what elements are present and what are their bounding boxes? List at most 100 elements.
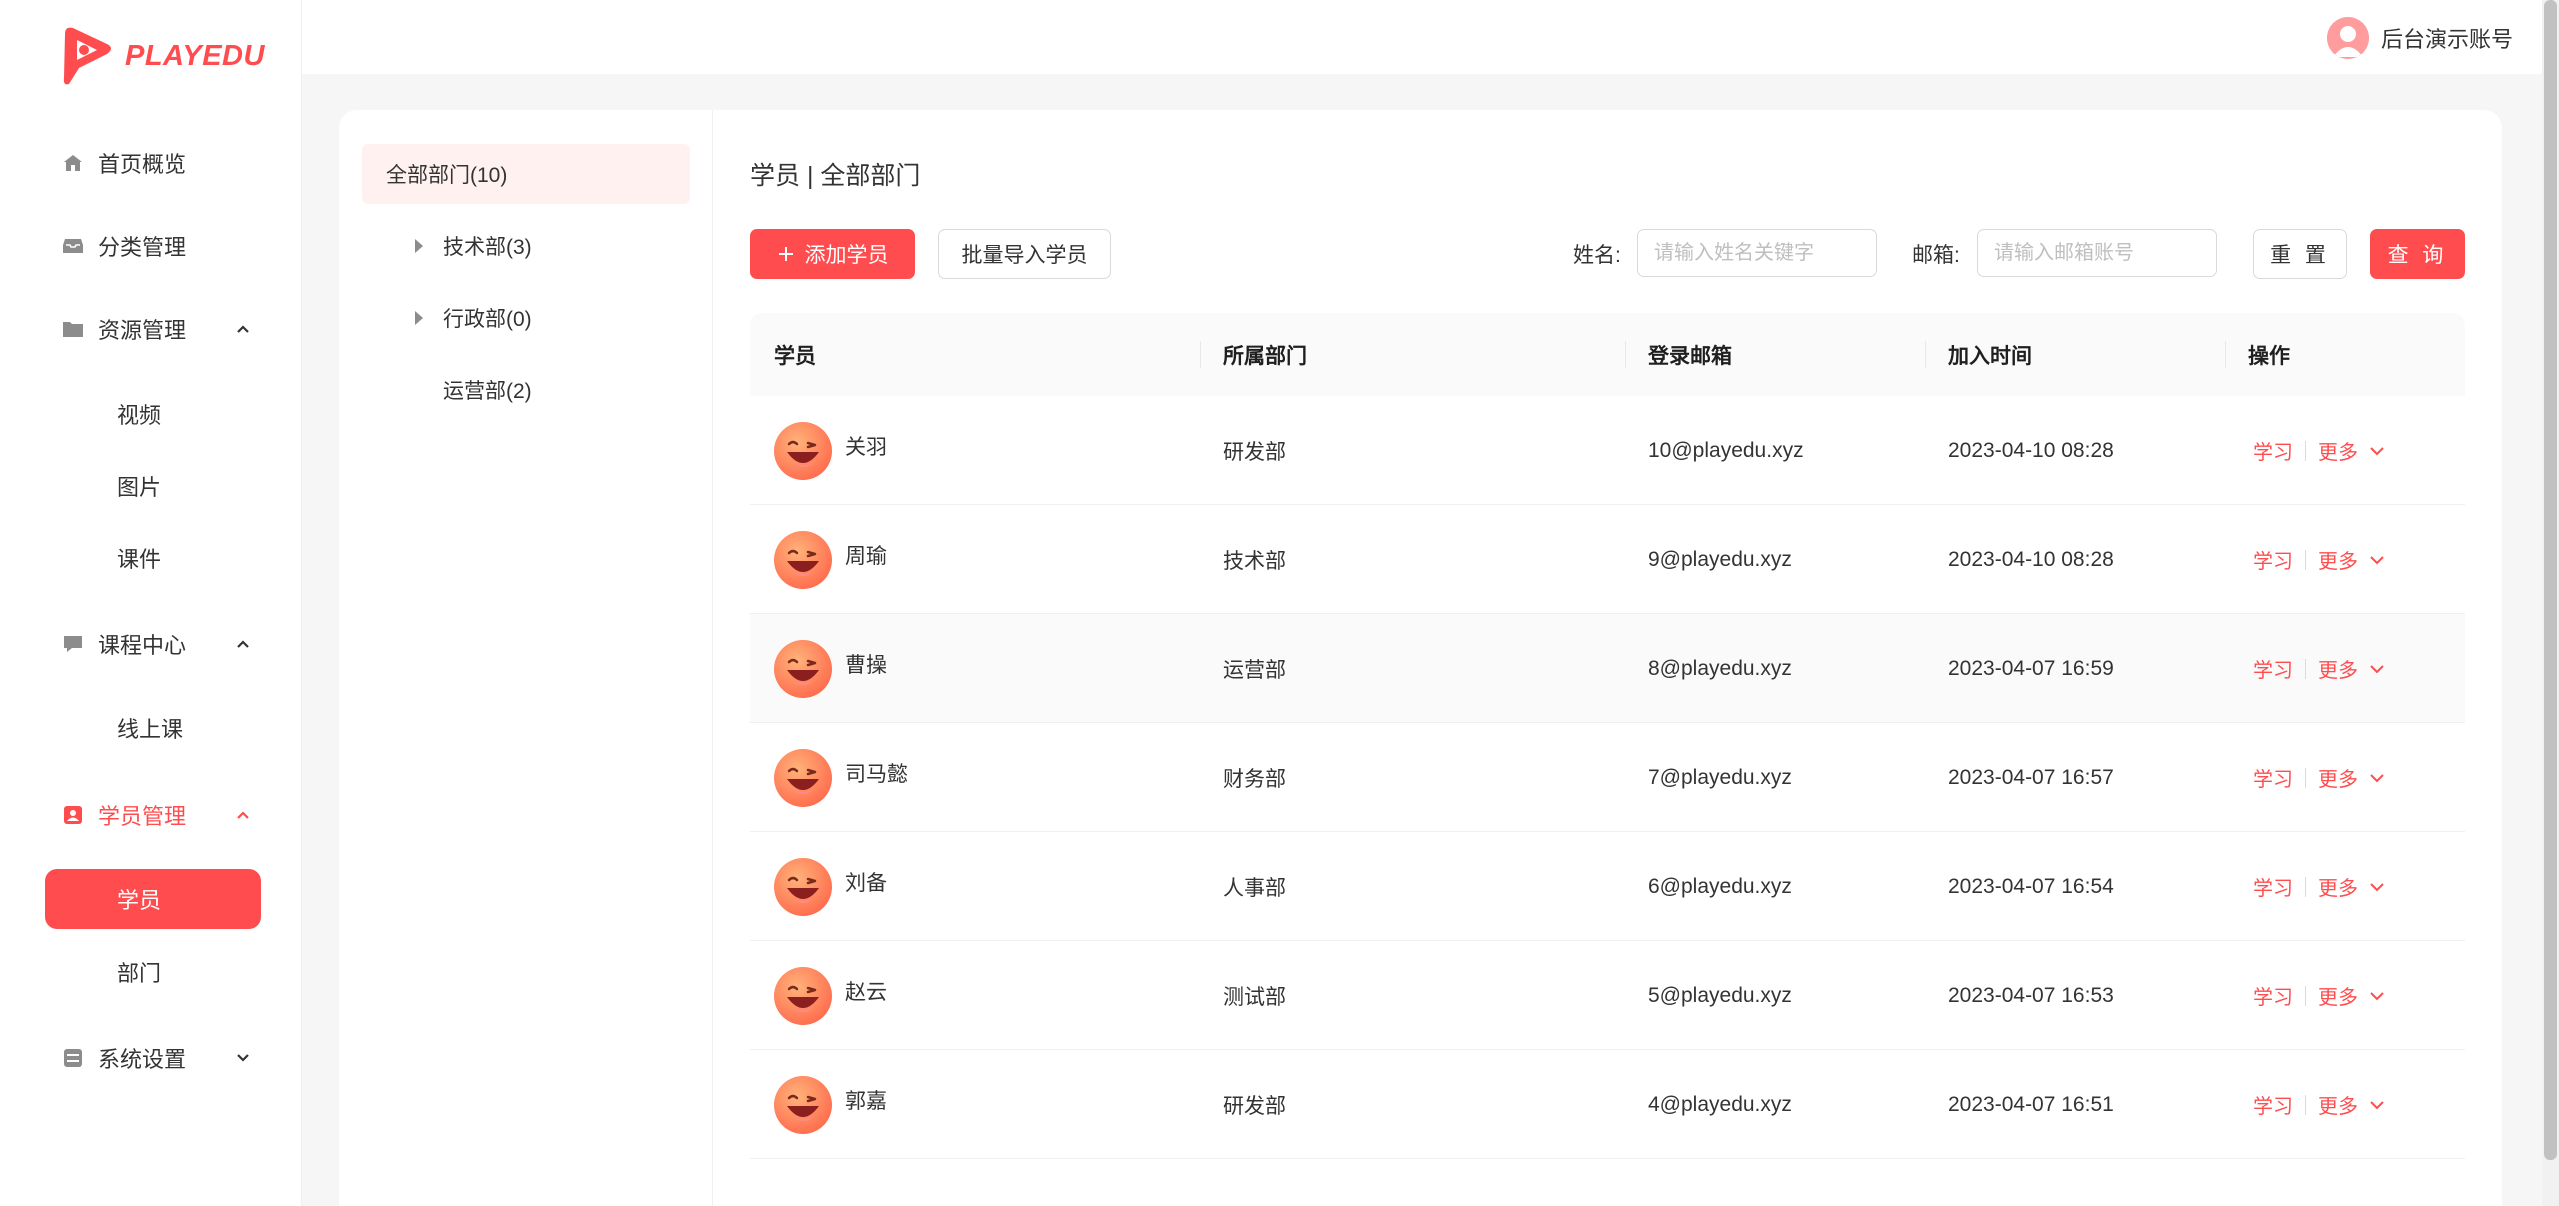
- sidebar-item-images[interactable]: 图片: [45, 456, 261, 516]
- sidebar-item-students[interactable]: 学员: [45, 869, 261, 929]
- sidebar-item-home[interactable]: 首页概览: [0, 133, 302, 193]
- study-link[interactable]: 学习: [2253, 981, 2293, 1010]
- student-name: 周瑜: [845, 505, 887, 605]
- name-filter-label: 姓名:: [1573, 229, 1621, 279]
- chevron-up-icon[interactable]: [232, 633, 254, 655]
- study-link[interactable]: 学习: [2253, 872, 2293, 901]
- sidebar-item-videos[interactable]: 视频: [45, 384, 261, 444]
- student-joined-time: 2023-04-07 16:53: [1948, 941, 2114, 1050]
- tree-node-all-departments[interactable]: 全部部门(10): [362, 144, 690, 204]
- study-link[interactable]: 学习: [2253, 654, 2293, 683]
- query-button[interactable]: 查 询: [2370, 229, 2465, 279]
- column-header-email: 登录邮箱: [1648, 313, 1732, 396]
- table-row[interactable]: 曹操 运营部 8@playedu.xyz 2023-04-07 16:59 学习…: [750, 614, 2465, 723]
- chevron-down-icon[interactable]: [2368, 769, 2386, 787]
- tree-node-label: 技术部(3): [443, 231, 532, 261]
- sidebar-item-resources[interactable]: 资源管理: [0, 299, 302, 359]
- chevron-down-icon[interactable]: [232, 1047, 254, 1069]
- chevron-down-icon[interactable]: [2368, 660, 2386, 678]
- student-department: 财务部: [1223, 723, 1286, 832]
- sidebar-item-label: 首页概览: [98, 147, 186, 179]
- students-panel: 学员 | 全部部门 添加学员 批量导入学员 姓名: 邮箱: 重 置 查 询 学员…: [713, 110, 2502, 1206]
- action-divider: [2305, 986, 2306, 1006]
- chevron-down-icon[interactable]: [2368, 442, 2386, 460]
- table-row[interactable]: 刘备 人事部 6@playedu.xyz 2023-04-07 16:54 学习…: [750, 832, 2465, 941]
- action-divider: [2305, 768, 2306, 788]
- sidebar: PLAYEDU 首页概览 分类管理 资源管理 视频 图: [0, 0, 302, 1206]
- sidebar-item-label: 视频: [117, 398, 161, 430]
- table-header: 学员 所属部门 登录邮箱 加入时间 操作: [750, 313, 2465, 396]
- sidebar-item-courses[interactable]: 课程中心: [0, 614, 302, 674]
- tree-node-tech[interactable]: 技术部(3): [378, 216, 690, 276]
- page-scrollbar-thumb[interactable]: [2544, 0, 2557, 1160]
- student-avatar-icon: [774, 858, 832, 916]
- more-link[interactable]: 更多: [2318, 545, 2358, 574]
- page-title: 学员 | 全部部门: [750, 156, 920, 192]
- bulk-import-label: 批量导入学员: [962, 239, 1088, 269]
- student-joined-time: 2023-04-07 16:57: [1948, 723, 2114, 832]
- email-search-input[interactable]: [1977, 229, 2217, 277]
- sidebar-item-label: 系统设置: [98, 1042, 186, 1074]
- top-header: 后台演示账号: [302, 0, 2559, 74]
- avatar: [2327, 17, 2369, 59]
- add-student-button[interactable]: 添加学员: [750, 229, 915, 279]
- more-link[interactable]: 更多: [2318, 981, 2358, 1010]
- table-row[interactable]: 关羽 研发部 10@playedu.xyz 2023-04-10 08:28 学…: [750, 396, 2465, 505]
- more-link[interactable]: 更多: [2318, 1090, 2358, 1119]
- table-row[interactable]: 赵云 测试部 5@playedu.xyz 2023-04-07 16:53 学习…: [750, 941, 2465, 1050]
- tree-node-label: 行政部(0): [443, 303, 532, 333]
- user-menu[interactable]: 后台演示账号: [2327, 17, 2513, 59]
- table-row[interactable]: 周瑜 技术部 9@playedu.xyz 2023-04-10 08:28 学习…: [750, 505, 2465, 614]
- more-link[interactable]: 更多: [2318, 763, 2358, 792]
- department-tree: 全部部门(10) 技术部(3) 行政部(0) 运营部(2): [339, 110, 713, 1206]
- action-divider: [2305, 877, 2306, 897]
- caret-right-icon[interactable]: [415, 239, 423, 253]
- study-link[interactable]: 学习: [2253, 545, 2293, 574]
- sidebar-item-label: 图片: [117, 470, 161, 502]
- more-link[interactable]: 更多: [2318, 872, 2358, 901]
- sidebar-item-departments[interactable]: 部门: [45, 942, 261, 1002]
- student-avatar-icon: [774, 1076, 832, 1134]
- study-link[interactable]: 学习: [2253, 763, 2293, 792]
- bulk-import-button[interactable]: 批量导入学员: [938, 229, 1111, 279]
- chevron-down-icon[interactable]: [2368, 878, 2386, 896]
- more-link[interactable]: 更多: [2318, 654, 2358, 683]
- chevron-up-icon[interactable]: [232, 318, 254, 340]
- student-email: 6@playedu.xyz: [1648, 832, 1792, 941]
- more-link[interactable]: 更多: [2318, 436, 2358, 465]
- caret-right-icon[interactable]: [415, 311, 423, 325]
- study-link[interactable]: 学习: [2253, 436, 2293, 465]
- sidebar-item-online-courses[interactable]: 线上课: [45, 698, 261, 758]
- student-email: 10@playedu.xyz: [1648, 396, 1804, 505]
- sidebar-item-settings[interactable]: 系统设置: [0, 1028, 302, 1088]
- table-row[interactable]: 郭嘉 研发部 4@playedu.xyz 2023-04-07 16:51 学习…: [750, 1050, 2465, 1159]
- student-joined-time: 2023-04-07 16:54: [1948, 832, 2114, 941]
- student-avatar-icon: [774, 749, 832, 807]
- sidebar-item-courseware[interactable]: 课件: [45, 528, 261, 588]
- column-divider: [1200, 341, 1201, 368]
- name-search-input[interactable]: [1637, 229, 1877, 277]
- chevron-down-icon[interactable]: [2368, 551, 2386, 569]
- student-joined-time: 2023-04-07 16:51: [1948, 1050, 2114, 1159]
- user-card-icon: [62, 804, 84, 826]
- chevron-up-icon[interactable]: [232, 804, 254, 826]
- row-actions: 学习 更多: [2253, 396, 2386, 505]
- sidebar-item-category[interactable]: 分类管理: [0, 216, 302, 276]
- sidebar-item-label: 资源管理: [98, 313, 186, 345]
- sidebar-item-student-management[interactable]: 学员管理: [0, 785, 302, 845]
- row-actions: 学习 更多: [2253, 832, 2386, 941]
- logo[interactable]: PLAYEDU: [57, 24, 265, 88]
- chevron-down-icon[interactable]: [2368, 987, 2386, 1005]
- tree-node-operations[interactable]: 运营部(2): [378, 360, 690, 420]
- tree-node-admin[interactable]: 行政部(0): [378, 288, 690, 348]
- student-name: 刘备: [845, 832, 887, 932]
- sidebar-item-label: 学员: [117, 883, 161, 915]
- settings-icon: [62, 1047, 84, 1069]
- row-actions: 学习 更多: [2253, 505, 2386, 614]
- student-joined-time: 2023-04-10 08:28: [1948, 505, 2114, 614]
- chevron-down-icon[interactable]: [2368, 1096, 2386, 1114]
- table-row[interactable]: 司马懿 财务部 7@playedu.xyz 2023-04-07 16:57 学…: [750, 723, 2465, 832]
- reset-button[interactable]: 重 置: [2253, 229, 2347, 279]
- query-label: 查 询: [2388, 239, 2448, 269]
- study-link[interactable]: 学习: [2253, 1090, 2293, 1119]
